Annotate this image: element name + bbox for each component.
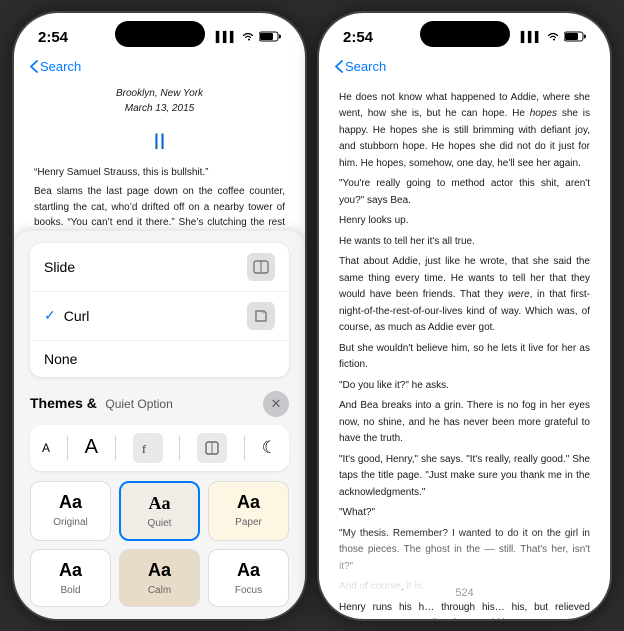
- fade-overlay: [319, 529, 610, 589]
- themes-title: Themes & Quiet Option: [30, 395, 173, 413]
- font-type-icon[interactable]: f: [133, 433, 163, 463]
- divider-1: [67, 436, 68, 460]
- reading-p10: "What?": [339, 505, 590, 522]
- status-icons-left: ▌▌▌: [216, 31, 281, 45]
- status-bar-right: 2:54 ▌▌▌: [319, 13, 610, 57]
- status-bar-left: 2:54 ▌▌▌: [14, 13, 305, 57]
- theme-name-paper: Paper: [235, 517, 262, 528]
- theme-card-paper[interactable]: Aa Paper: [208, 481, 289, 541]
- status-icons-right: ▌▌▌: [521, 31, 586, 45]
- bottom-panel: Slide ✓ Curl None: [14, 231, 305, 619]
- themes-grid: Aa Original Aa Quiet Aa Paper Aa Bold Aa: [30, 481, 289, 607]
- theme-preview-quiet: Aa: [149, 493, 171, 514]
- theme-name-quiet: Quiet: [148, 518, 172, 529]
- signal-icon-left: ▌▌▌: [216, 32, 237, 43]
- none-label: None: [44, 351, 275, 367]
- theme-name-calm: Calm: [148, 585, 171, 596]
- font-controls: A A f ☾: [30, 425, 289, 471]
- back-label-right: Search: [345, 59, 386, 74]
- theme-preview-calm: Aa: [148, 560, 171, 581]
- reading-p2: "You're really going to method actor thi…: [339, 176, 590, 209]
- curl-icon: [247, 302, 275, 330]
- time-right: 2:54: [343, 29, 373, 46]
- page-layout-icon[interactable]: [197, 433, 227, 463]
- close-button[interactable]: ✕: [263, 391, 289, 417]
- curl-label: Curl: [64, 308, 247, 324]
- back-label-left: Search: [40, 59, 81, 74]
- reading-p5: That about Addie, just like he wrote, th…: [339, 254, 590, 337]
- reading-p4: He wants to tell her it's all true.: [339, 234, 590, 251]
- slide-menu[interactable]: Slide ✓ Curl None: [30, 243, 289, 377]
- book-header: Brooklyn, New York March 13, 2015: [34, 86, 285, 117]
- theme-preview-focus: Aa: [237, 560, 260, 581]
- time-left: 2:54: [38, 29, 68, 46]
- reading-p9: "It's good, Henry," she says. "It's real…: [339, 452, 590, 502]
- nav-bar-left[interactable]: Search: [14, 57, 305, 78]
- wifi-icon-left: [241, 31, 255, 45]
- theme-preview-bold: Aa: [59, 560, 82, 581]
- slide-icon: [247, 253, 275, 281]
- reading-p6: But she wouldn't believe him, so he lets…: [339, 341, 590, 374]
- battery-icon-left: [259, 31, 281, 45]
- font-size-increase[interactable]: A: [85, 436, 98, 459]
- divider-3: [179, 436, 180, 460]
- theme-card-original[interactable]: Aa Original: [30, 481, 111, 541]
- slide-item-slide[interactable]: Slide: [30, 243, 289, 292]
- divider-4: [244, 436, 245, 460]
- left-phone: 2:54 ▌▌▌ Search Brooklyn, New York: [12, 11, 307, 621]
- check-mark-curl: ✓: [44, 307, 56, 324]
- theme-card-bold[interactable]: Aa Bold: [30, 549, 111, 607]
- theme-name-focus: Focus: [235, 585, 262, 596]
- themes-title-text: Themes &: [30, 395, 97, 411]
- nav-bar-right[interactable]: Search: [319, 57, 610, 78]
- slide-item-curl[interactable]: ✓ Curl: [30, 292, 289, 341]
- chapter-number: II: [34, 125, 285, 159]
- night-mode-icon[interactable]: ☾: [262, 438, 277, 458]
- header-line1: Brooklyn, New York: [34, 86, 285, 102]
- reading-p1: He does not know what happened to Addie,…: [339, 90, 590, 173]
- theme-preview-paper: Aa: [237, 492, 260, 513]
- back-button-right[interactable]: Search: [335, 59, 386, 74]
- wifi-icon-right: [546, 31, 560, 45]
- theme-card-calm[interactable]: Aa Calm: [119, 549, 200, 607]
- signal-icon-right: ▌▌▌: [521, 32, 542, 43]
- theme-name-original: Original: [53, 517, 87, 528]
- page-number: 524: [455, 587, 473, 599]
- book-paragraph-1: “Henry Samuel Strauss, this is bullshit.…: [34, 165, 285, 181]
- reading-p3: Henry looks up.: [339, 213, 590, 230]
- battery-icon-right: [564, 31, 586, 45]
- theme-preview-original: Aa: [59, 492, 82, 513]
- slide-item-none[interactable]: None: [30, 341, 289, 377]
- header-line2: March 13, 2015: [34, 101, 285, 117]
- theme-card-focus[interactable]: Aa Focus: [208, 549, 289, 607]
- svg-text:f: f: [142, 442, 146, 456]
- theme-card-quiet[interactable]: Aa Quiet: [119, 481, 200, 541]
- slide-label: Slide: [44, 259, 247, 275]
- reading-p7: "Do you like it?" he asks.: [339, 378, 590, 395]
- reading-p13: Henry runs his h… through his… his, but …: [339, 600, 590, 621]
- reading-p8: And Bea breaks into a grin. There is no …: [339, 398, 590, 448]
- right-phone: 2:54 ▌▌▌ Search He does not know what ha…: [317, 11, 612, 621]
- divider-2: [115, 436, 116, 460]
- quiet-option-text: Quiet Option: [105, 397, 172, 411]
- themes-header: Themes & Quiet Option ✕: [30, 385, 289, 425]
- font-size-decrease[interactable]: A: [42, 441, 50, 455]
- back-button-left[interactable]: Search: [30, 59, 81, 74]
- theme-name-bold: Bold: [60, 585, 80, 596]
